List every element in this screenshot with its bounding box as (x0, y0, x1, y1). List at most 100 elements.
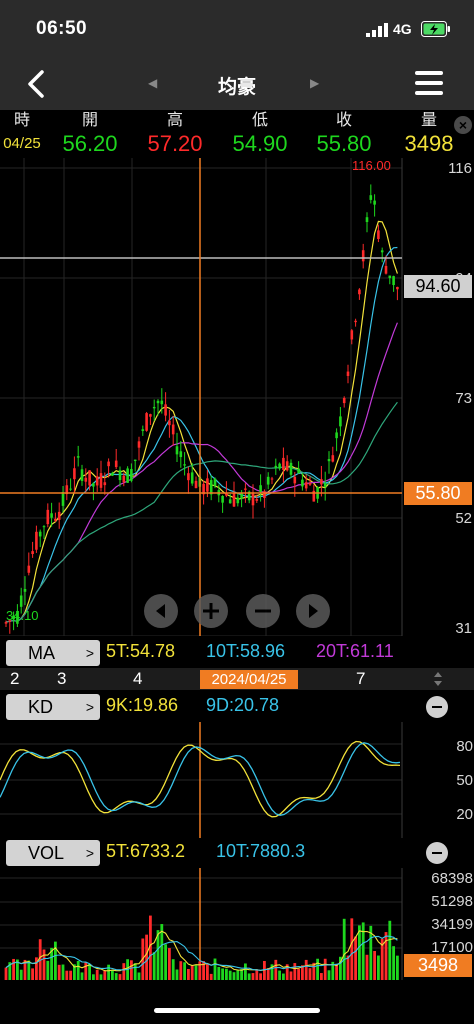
volume-bar (255, 969, 259, 980)
kd-legend-row: KD > 9K:19.86 9D:20.78 (0, 692, 474, 722)
candle-body (111, 472, 114, 476)
volume-bar (236, 970, 240, 980)
month-label: 4 (133, 669, 143, 688)
ma-button-label: MA (28, 643, 55, 663)
volume-bar (145, 934, 148, 980)
current-volume-tag: 3498 (404, 954, 472, 977)
volume-bar (365, 954, 369, 980)
candle-body (358, 289, 361, 295)
sort-arrows-icon[interactable] (430, 670, 446, 688)
candle-body (107, 461, 110, 467)
candle-body (384, 265, 388, 274)
high-price-label: 116.00 (352, 158, 391, 173)
vol-tick-3: 34199 (431, 916, 473, 933)
candle-body (320, 479, 323, 485)
volume-bar (327, 970, 331, 980)
ma20-value: 20T:61.11 (316, 641, 394, 661)
candle-body (149, 414, 152, 417)
volume-bar (114, 973, 118, 980)
volume-bar (12, 958, 15, 980)
candle-body (80, 469, 84, 481)
kd-tick-50: 50 (456, 772, 473, 789)
minus-icon (255, 609, 271, 613)
volume-bar (137, 972, 141, 980)
candle-body (187, 473, 190, 481)
zoom-in-button[interactable] (194, 594, 228, 628)
quote-volume: 3498 (404, 131, 454, 156)
quote-high-col: 高 57.20 (135, 110, 215, 158)
zoom-out-button[interactable] (246, 594, 280, 628)
volume-bar (130, 960, 133, 980)
candle-body (126, 468, 129, 483)
candle-body (331, 455, 335, 462)
volume-bar (164, 944, 167, 980)
volume-bar (350, 918, 354, 980)
candle-body (152, 406, 156, 409)
candle-body (289, 462, 293, 475)
candle-body (270, 478, 274, 480)
candle-body (168, 420, 171, 426)
ma-line (5, 322, 398, 623)
vol-selector-button[interactable]: VOL > (6, 840, 100, 866)
menu-icon[interactable] (415, 70, 443, 96)
volume-bar (42, 949, 46, 980)
kd-d-value: 9D:20.78 (206, 695, 280, 715)
kd-selector-button[interactable]: KD > (6, 694, 100, 720)
quote-header: 時 04/25 開 56.20 高 57.20 低 54.90 收 55.80 … (0, 110, 474, 158)
ma-selector-button[interactable]: MA > (6, 640, 100, 666)
volume-bar (61, 964, 65, 980)
triangle-right-icon (309, 604, 318, 618)
candle-body (84, 477, 88, 482)
candle-body (46, 509, 50, 525)
candle-body (42, 526, 46, 528)
volume-bar (57, 964, 61, 980)
status-bar: 06:50 4G (0, 0, 474, 60)
candle-body (50, 513, 53, 518)
candle-body (350, 330, 354, 340)
vol-button-label: VOL (28, 843, 65, 863)
stock-title: 均豪 (217, 77, 256, 98)
volume-bar (99, 974, 103, 980)
price-chart[interactable]: 116 94 73 52 31 116.00 34.10 94.60 55.80 (0, 158, 474, 637)
y-tick-116: 116 (448, 160, 472, 177)
volume-bar (346, 955, 350, 980)
quote-label-low: 低 (251, 112, 268, 129)
volume-bar (335, 963, 338, 980)
scroll-left-button[interactable] (144, 594, 178, 628)
candle-body (73, 468, 76, 480)
volume-bar (118, 974, 122, 980)
candle-body (225, 493, 228, 496)
volume-bar (179, 961, 183, 980)
ma10-value: 10T:58.96 (206, 641, 286, 661)
volume-bar (247, 973, 251, 980)
remove-vol-button[interactable] (426, 842, 448, 864)
remove-kd-button[interactable] (426, 696, 448, 718)
volume-bar (232, 972, 236, 980)
volume-bar (194, 965, 198, 980)
candle-body (69, 488, 72, 490)
close-quote-button[interactable]: × (454, 116, 472, 134)
scroll-right-button[interactable] (296, 594, 330, 628)
candle-body (145, 413, 148, 431)
volume-bar (225, 968, 228, 980)
triangle-left-icon (156, 604, 165, 618)
volume-bar (297, 968, 300, 980)
volume-bar (388, 920, 392, 980)
candle-body (369, 195, 373, 200)
volume-bar (228, 970, 232, 980)
candle-body (354, 320, 357, 323)
volume-bar (244, 963, 247, 980)
vol-tick-1: 68398 (431, 870, 473, 887)
candle-body (396, 286, 399, 290)
month-label: 2 (10, 669, 20, 688)
status-time: 06:50 (36, 18, 88, 39)
candle-body (92, 483, 95, 487)
quote-close-col: 收 55.80 (304, 110, 384, 158)
candle-body (228, 499, 232, 504)
quote-open: 56.20 (62, 131, 118, 156)
candle-body (240, 493, 243, 499)
candle-body (380, 250, 384, 253)
next-stock-icon[interactable]: ▶ (310, 76, 319, 90)
candle-body (103, 482, 107, 486)
candle-body (244, 488, 247, 490)
